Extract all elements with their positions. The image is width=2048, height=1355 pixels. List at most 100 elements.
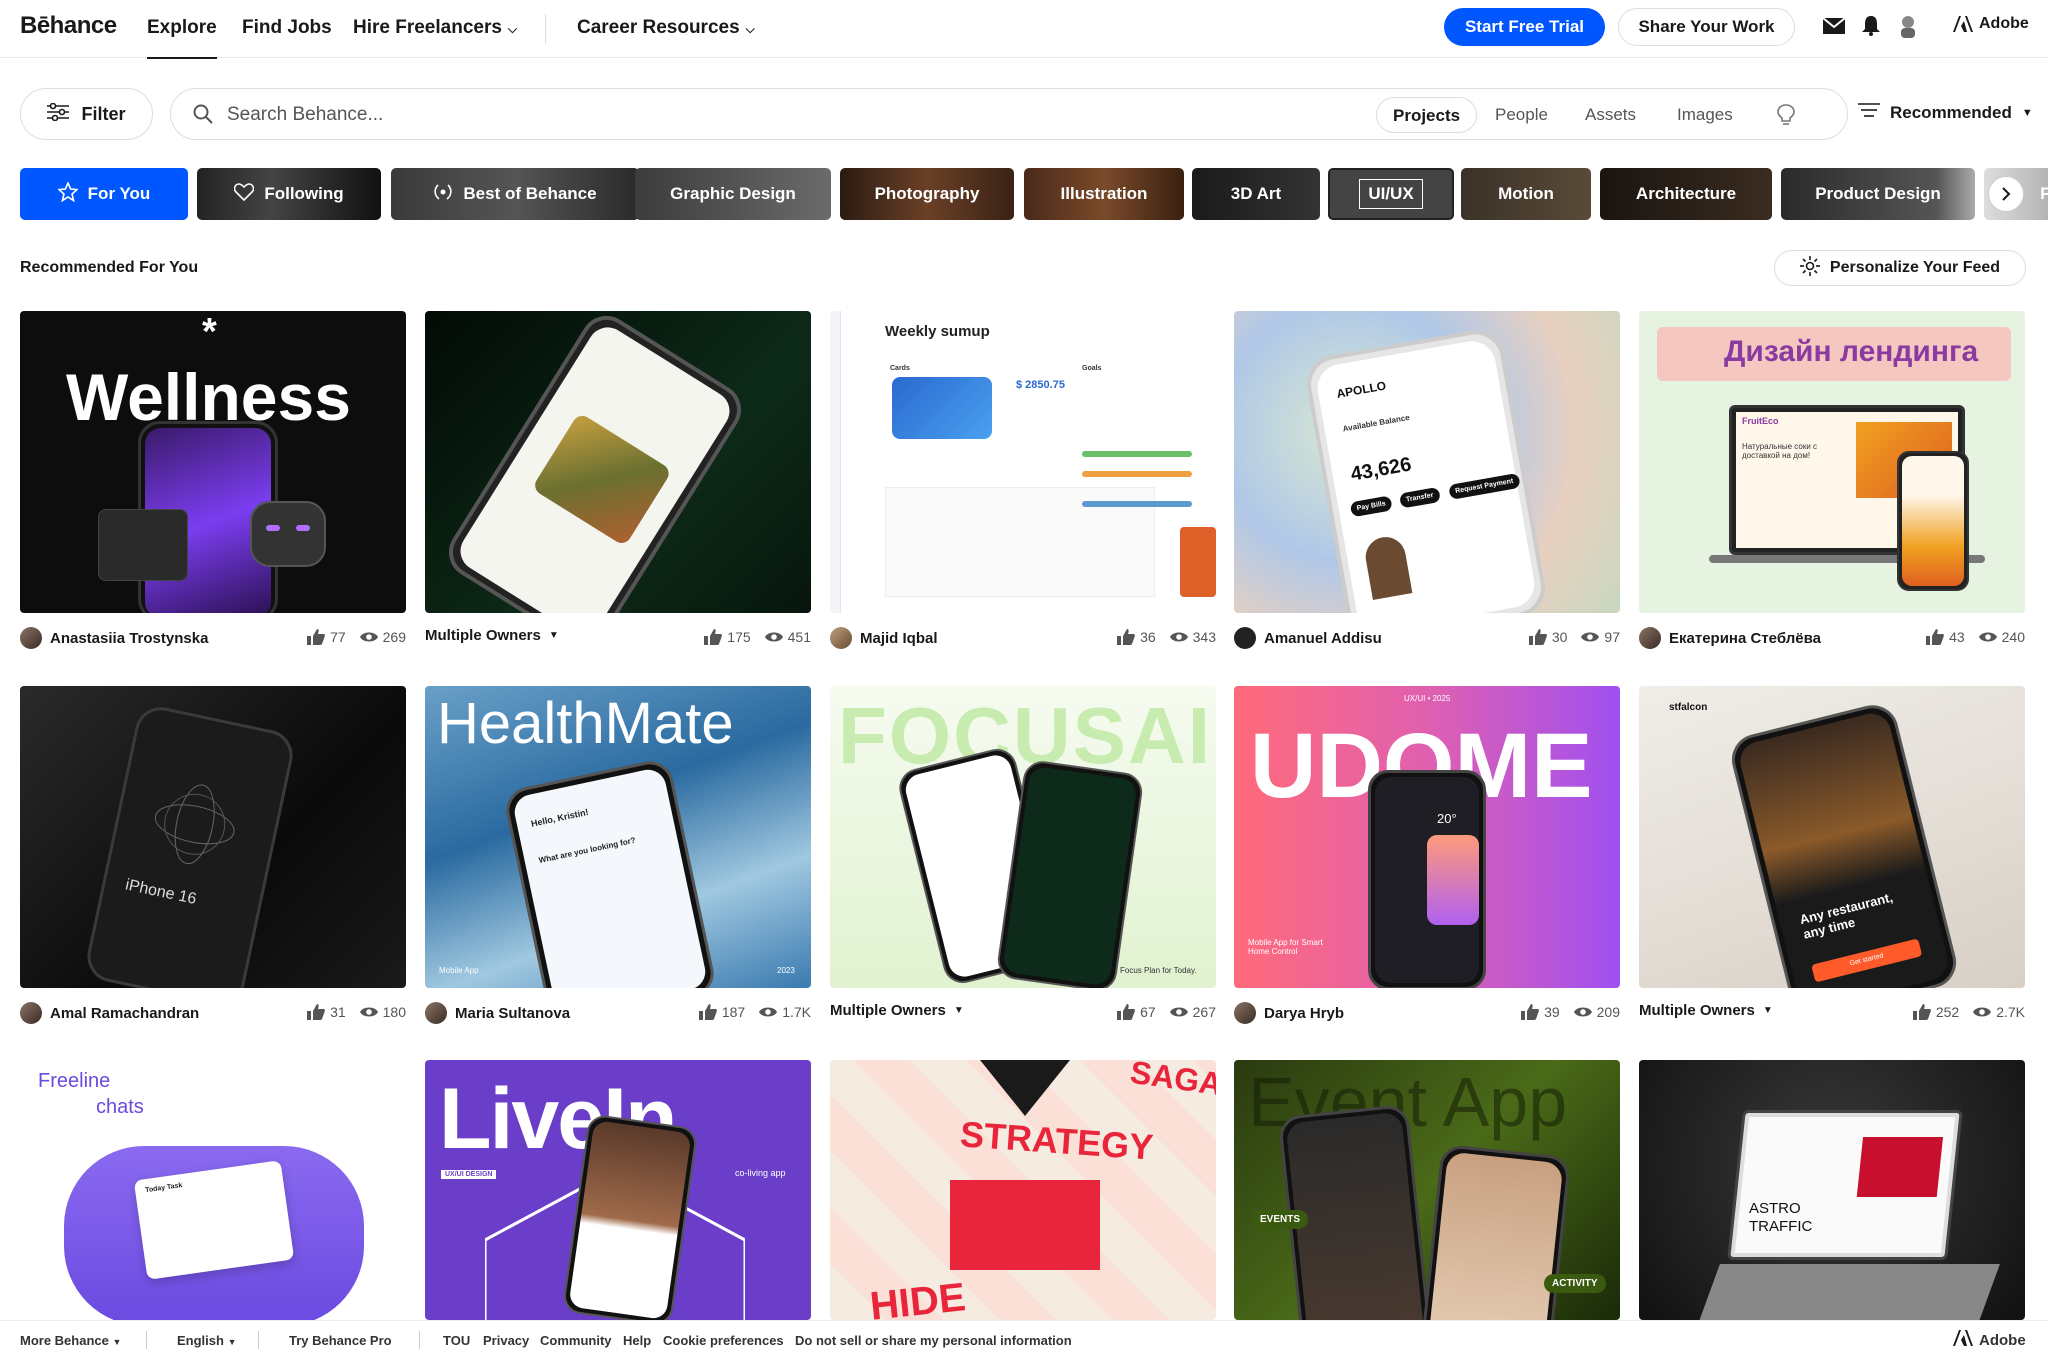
nav-hire-freelancers[interactable]: Hire Freelancers ⌵ (353, 17, 517, 39)
project-card[interactable]: SAGA STRATEGY HIDE (830, 1060, 1216, 1320)
mail-icon[interactable] (1822, 14, 1846, 38)
owner-link[interactable]: Multiple Owners ▼ (1639, 1002, 1773, 1019)
personalize-feed-button[interactable]: Personalize Your Feed (1774, 250, 2026, 286)
project-thumbnail[interactable]: ASTRO TRAFFIC (1639, 1060, 2025, 1320)
project-thumbnail[interactable] (425, 311, 811, 613)
views: 2.7K (1973, 1004, 2025, 1020)
tab-images[interactable]: Images (1677, 97, 1733, 133)
footer-tou[interactable]: TOU (443, 1333, 470, 1348)
project-thumbnail[interactable]: stfalcon Any restaurant, any time Get sta… (1639, 686, 2025, 988)
nav-career-resources[interactable]: Career Resources ⌵ (577, 17, 755, 39)
owner-link[interactable]: Amal Ramachandran (20, 1002, 199, 1024)
footer: More Behance ▼ English ▼ Try Behance Pro… (0, 1320, 2048, 1355)
category-ui-ux[interactable]: UI/UX (1328, 168, 1454, 220)
project-card[interactable]: FOCUSAI Focus Plan for Today. Multiple O… (830, 686, 1216, 1020)
adobe-link[interactable]: Adobe (1953, 15, 2029, 33)
category-illustration[interactable]: Illustration (1024, 168, 1184, 220)
project-stats: 187 1.7K (691, 1004, 811, 1020)
project-thumbnail[interactable]: APOLLO Available Balance 43,626 Pay Bill… (1234, 311, 1620, 613)
category-label: Photography (874, 184, 980, 203)
chevron-right-icon[interactable] (1988, 176, 2024, 212)
category-label: Graphic Design (670, 184, 796, 203)
lightbulb-icon[interactable] (1776, 103, 1796, 139)
project-thumbnail[interactable]: SAGA STRATEGY HIDE (830, 1060, 1216, 1320)
footer-privacy[interactable]: Privacy (483, 1333, 529, 1348)
project-thumbnail[interactable]: HealthMate Hello, Kristin! What are you l… (425, 686, 811, 988)
project-thumbnail[interactable]: Weekly sumup Cards $ 2850.75 Goals (830, 311, 1216, 613)
owner-link[interactable]: Anastasiia Trostynska (20, 627, 208, 649)
project-card[interactable]: Freeline chats Today Task (20, 1060, 406, 1320)
category-architecture[interactable]: Architecture (1600, 168, 1772, 220)
category-best-of-behance[interactable]: Best of Behance (391, 168, 639, 220)
project-card[interactable]: APOLLO Available Balance 43,626 Pay Bill… (1234, 311, 1620, 649)
tab-assets[interactable]: Assets (1585, 97, 1636, 133)
project-thumbnail[interactable]: * Wellness (20, 311, 406, 613)
filter-button[interactable]: Filter (20, 88, 153, 140)
project-card[interactable]: stfalcon Any restaurant, any time Get sta… (1639, 686, 2025, 1020)
footer-cookie-preferences[interactable]: Cookie preferences (663, 1333, 784, 1348)
start-free-trial-button[interactable]: Start Free Trial (1444, 8, 1605, 46)
project-card[interactable]: Дизайн лендинга FruitEco Натуральные соки… (1639, 311, 2025, 649)
project-thumbnail[interactable]: LiveIn UX/UI DESIGN co-living app (425, 1060, 811, 1320)
project-card[interactable]: iPhone 16 Amal Ramachandran 31 180 (20, 686, 406, 1024)
nav-find-jobs[interactable]: Find Jobs (242, 17, 332, 39)
star-icon (56, 180, 79, 207)
owner-link[interactable]: Majid Iqbal (830, 627, 938, 649)
bell-icon[interactable] (1859, 14, 1883, 38)
category-photography[interactable]: Photography (840, 168, 1014, 220)
project-thumbnail[interactable]: FOCUSAI Focus Plan for Today. (830, 686, 1216, 988)
eye-icon (1581, 632, 1600, 642)
tab-projects[interactable]: Projects (1376, 97, 1478, 133)
owner-link[interactable]: Multiple Owners ▼ (425, 627, 559, 644)
footer-adobe-link[interactable]: Adobe (1953, 1330, 2026, 1350)
category-3d-art[interactable]: 3D Art (1192, 168, 1320, 220)
search-input[interactable] (227, 97, 1027, 133)
project-card[interactable]: LiveIn UX/UI DESIGN co-living app (425, 1060, 811, 1320)
category-following[interactable]: Following (197, 168, 381, 220)
owner-link[interactable]: Maria Sultanova (425, 1002, 570, 1024)
project-thumbnail[interactable]: Event App EVENTS ACTIVITY (1234, 1060, 1620, 1320)
like-count: 31 (330, 1004, 346, 1020)
project-card[interactable]: Event App EVENTS ACTIVITY (1234, 1060, 1620, 1320)
views: 180 (359, 1004, 406, 1020)
category-label: Fa (2040, 184, 2048, 203)
project-thumbnail[interactable]: Freeline chats Today Task (20, 1060, 406, 1320)
owner-link[interactable]: Darya Hryb (1234, 1002, 1344, 1024)
project-thumbnail[interactable]: iPhone 16 (20, 686, 406, 988)
project-thumbnail[interactable]: UX/UI • 2025 UDOME 20° Mobile App for Sm… (1234, 686, 1620, 988)
share-your-work-button[interactable]: Share Your Work (1618, 8, 1795, 46)
like-count: 43 (1949, 629, 1965, 645)
category-product-design[interactable]: Product Design (1781, 168, 1975, 220)
project-card[interactable]: Weekly sumup Cards $ 2850.75 Goals Majid… (830, 311, 1216, 649)
project-card[interactable]: Multiple Owners ▼ 175 451 (425, 311, 811, 645)
behance-logo[interactable]: Bēhance (20, 12, 117, 40)
footer-language[interactable]: English ▼ (177, 1333, 237, 1348)
footer-more-behance[interactable]: More Behance ▼ (20, 1333, 121, 1348)
project-card[interactable]: HealthMate Hello, Kristin! What are you l… (425, 686, 811, 1024)
project-card[interactable]: * Wellness Anastasiia Trostynska 77 269 (20, 311, 406, 649)
owner-name: Amanuel Addisu (1264, 629, 1382, 647)
avatar (1234, 1002, 1256, 1024)
tab-people[interactable]: People (1495, 97, 1548, 133)
project-card[interactable]: ASTRO TRAFFIC (1639, 1060, 2025, 1320)
category-graphic-design[interactable]: Graphic Design (635, 168, 831, 220)
project-thumbnail[interactable]: Дизайн лендинга FruitEco Натуральные соки… (1639, 311, 2025, 613)
thumbs-up-icon (1926, 629, 1944, 645)
owner-link[interactable]: Amanuel Addisu (1234, 627, 1382, 649)
category-motion[interactable]: Motion (1461, 168, 1591, 220)
sort-select[interactable]: Recommended ▼ (1858, 102, 2033, 123)
footer-do-not-sell[interactable]: Do not sell or share my personal informa… (795, 1333, 1072, 1348)
thumbnail-text: Mobile App (439, 966, 479, 975)
owner-link[interactable]: Екатерина Стеблёва (1639, 627, 1821, 649)
category-for-you[interactable]: For You (20, 168, 188, 220)
project-card[interactable]: UX/UI • 2025 UDOME 20° Mobile App for Sm… (1234, 686, 1620, 1024)
thumbnail-text: Cards (890, 365, 910, 372)
avatar[interactable] (1896, 14, 1920, 38)
footer-help[interactable]: Help (623, 1333, 651, 1348)
nav-explore[interactable]: Explore (147, 17, 217, 59)
owner-link[interactable]: Multiple Owners ▼ (830, 1002, 964, 1019)
footer-community[interactable]: Community (540, 1333, 612, 1348)
likes: 30 (1528, 629, 1567, 645)
footer-try-pro[interactable]: Try Behance Pro (289, 1333, 392, 1348)
thumbnail-title: stfalcon (1669, 702, 1708, 713)
